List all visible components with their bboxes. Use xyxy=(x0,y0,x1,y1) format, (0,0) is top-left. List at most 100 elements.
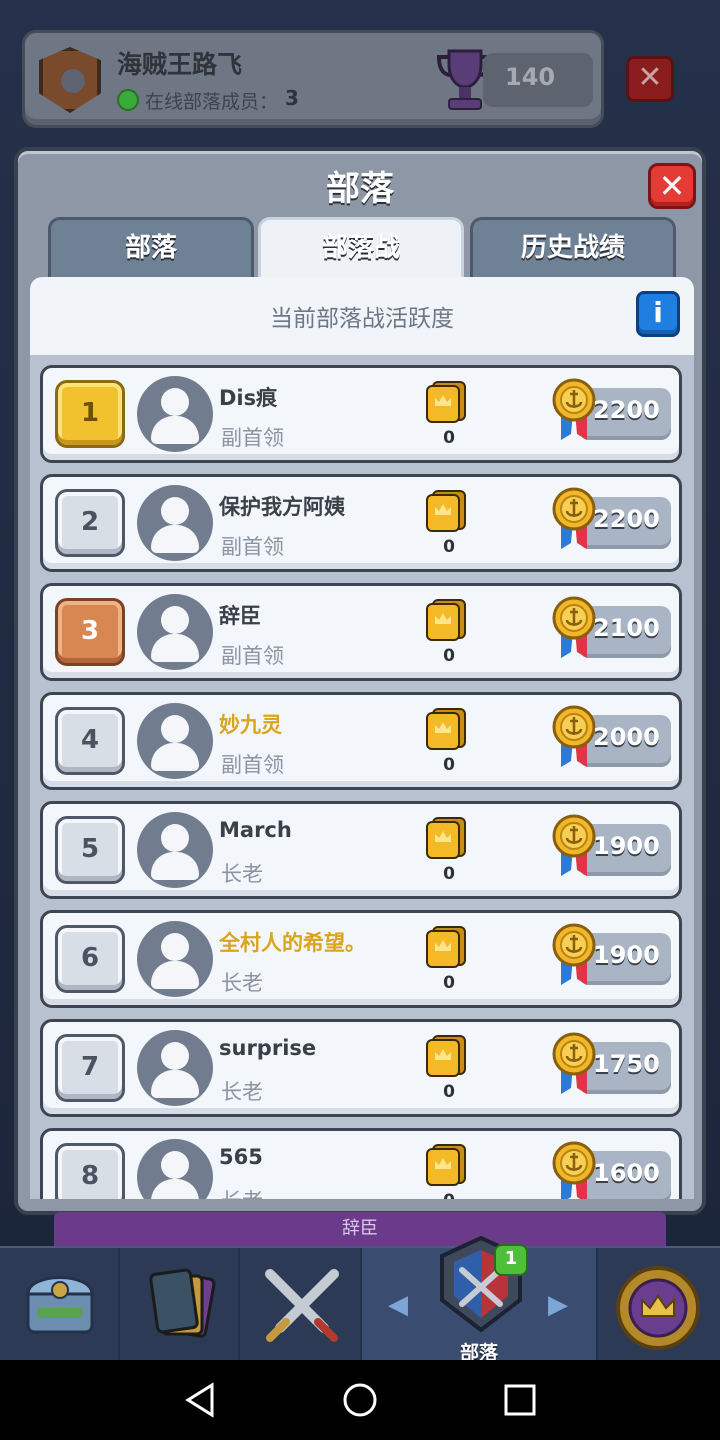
member-role: 副首领 xyxy=(221,644,284,668)
medal-icon xyxy=(552,705,596,767)
tab-clan[interactable]: 部落 xyxy=(48,217,254,279)
medal-icon xyxy=(552,1141,596,1199)
nav-shop[interactable] xyxy=(0,1248,120,1362)
member-name: March xyxy=(219,818,292,842)
online-status-icon xyxy=(117,89,139,111)
fame-value: 1600 xyxy=(593,1159,660,1187)
cards-icon xyxy=(149,1268,216,1338)
cards-used: 0 xyxy=(443,428,455,448)
player-name: 海贼王路飞 xyxy=(117,50,243,79)
avatar-icon xyxy=(137,594,213,670)
member-row[interactable]: 2 保护我方阿姨 副首领 0 2200 xyxy=(40,474,682,572)
tab-war-history[interactable]: 历史战绩 xyxy=(470,217,676,279)
member-role: 长老 xyxy=(221,1185,263,1199)
tab-label: 历史战绩 xyxy=(520,233,625,263)
avatar-icon xyxy=(137,485,213,561)
war-card-icon xyxy=(426,1144,466,1186)
rank-badge: 8 xyxy=(55,1143,125,1199)
avatar-icon xyxy=(137,703,213,779)
rank-badge: 7 xyxy=(55,1034,125,1102)
battle-swords-icon xyxy=(265,1269,339,1342)
nav-tournament[interactable] xyxy=(598,1248,720,1362)
nav-left-arrow-icon[interactable]: ◀ xyxy=(388,1290,408,1320)
war-card-icon xyxy=(426,490,466,532)
fame-value: 2100 xyxy=(593,614,660,642)
member-role: 副首领 xyxy=(221,426,284,450)
member-row[interactable]: 6 全村人的希望。 长老 0 1900 xyxy=(40,910,682,1008)
member-name: 全村人的希望。 xyxy=(219,931,366,955)
avatar-icon xyxy=(137,376,213,452)
war-card-icon xyxy=(426,817,466,859)
fame-value: 1900 xyxy=(593,941,660,969)
member-row[interactable]: 8 565 长老 0 1600 xyxy=(40,1128,682,1199)
avatar-icon xyxy=(137,1139,213,1199)
close-button[interactable]: ✕ xyxy=(648,163,696,209)
activity-header: 当前部落战活跃度 i xyxy=(30,277,694,355)
member-row[interactable]: 7 surprise 长老 0 1750 xyxy=(40,1019,682,1117)
dialog-title: 部落 xyxy=(326,169,394,209)
close-icon-dimmed[interactable]: ✕ xyxy=(626,56,674,102)
war-card-icon xyxy=(426,381,466,423)
cards-used: 0 xyxy=(443,537,455,557)
member-name: 保护我方阿姨 xyxy=(219,495,345,519)
cards-used: 0 xyxy=(443,973,455,993)
fame-value: 1750 xyxy=(593,1050,660,1078)
fame-value: 1900 xyxy=(593,832,660,860)
bottom-nav: 部落 xyxy=(0,1235,720,1364)
info-button[interactable]: i xyxy=(636,291,680,337)
member-name: 辞臣 xyxy=(219,604,261,628)
medal-icon xyxy=(552,596,596,658)
tab-label: 部落 xyxy=(124,233,177,263)
war-activity-list[interactable]: 当前部落战活跃度 i 1 Dis痕副首领 0 2200 2 保护我方阿姨 副首领 0 2200 3… xyxy=(30,277,694,1199)
avatar-icon xyxy=(137,921,213,997)
nav-cards[interactable] xyxy=(120,1248,240,1362)
member-row[interactable]: 4 妙九灵 副首领 0 2000 xyxy=(40,692,682,790)
medal-icon xyxy=(552,378,596,440)
tournament-crown-icon xyxy=(616,1266,700,1350)
notification-badge: 1 xyxy=(494,1244,528,1276)
tab-clan-war[interactable]: 部落战 xyxy=(258,217,464,283)
cards-used: 0 xyxy=(443,755,455,775)
home-icon[interactable] xyxy=(342,1382,378,1418)
war-card-icon xyxy=(426,708,466,750)
system-nav-bar xyxy=(0,1360,720,1440)
member-row[interactable]: 1 Dis痕副首领 0 2200 xyxy=(40,365,682,463)
member-row[interactable]: 3 辞臣副首领 0 2100 xyxy=(40,583,682,681)
member-role: 长老 xyxy=(221,862,263,886)
rank-badge: 4 xyxy=(55,707,125,775)
nav-right-arrow-icon[interactable]: ▶ xyxy=(548,1290,568,1320)
rank-badge: 6 xyxy=(55,925,125,993)
rank-badge: 5 xyxy=(55,816,125,884)
cards-used: 0 xyxy=(443,864,455,884)
member-row[interactable]: 5 March 长老 0 1900 xyxy=(40,801,682,899)
back-icon[interactable] xyxy=(184,1382,216,1418)
profile-header[interactable]: 海贼王路飞 在线部落成员： 3 140 xyxy=(22,30,604,128)
rank-badge: 2 xyxy=(55,489,125,557)
fame-value: 2200 xyxy=(593,505,660,533)
cards-used: 0 xyxy=(443,1082,455,1102)
member-role: 副首领 xyxy=(221,753,284,777)
medal-icon xyxy=(552,487,596,549)
rank-badge: 1 xyxy=(55,380,125,448)
war-card-icon xyxy=(426,599,466,641)
fame-value: 2200 xyxy=(593,396,660,424)
activity-title: 当前部落战活跃度 xyxy=(270,306,454,332)
chat-sender: 辞臣 xyxy=(342,1218,378,1239)
online-count: 3 xyxy=(285,86,299,110)
war-card-icon xyxy=(426,926,466,968)
rank-badge: 3 xyxy=(55,598,125,666)
member-name: Dis痕 xyxy=(219,386,278,410)
medal-icon xyxy=(552,1032,596,1094)
cards-used: 0 xyxy=(439,1191,459,1199)
avatar-icon xyxy=(137,1030,213,1106)
recents-icon[interactable] xyxy=(504,1384,536,1416)
nav-battle[interactable] xyxy=(240,1248,362,1362)
member-name: surprise xyxy=(219,1036,317,1060)
cards-used: 0 xyxy=(443,646,455,666)
war-card-icon xyxy=(426,1035,466,1077)
tab-label: 部落战 xyxy=(321,233,400,263)
member-name: 妙九灵 xyxy=(219,713,282,737)
medal-icon xyxy=(552,814,596,876)
online-label: 在线部落成员： xyxy=(145,91,279,113)
clan-badge-icon xyxy=(39,47,101,113)
